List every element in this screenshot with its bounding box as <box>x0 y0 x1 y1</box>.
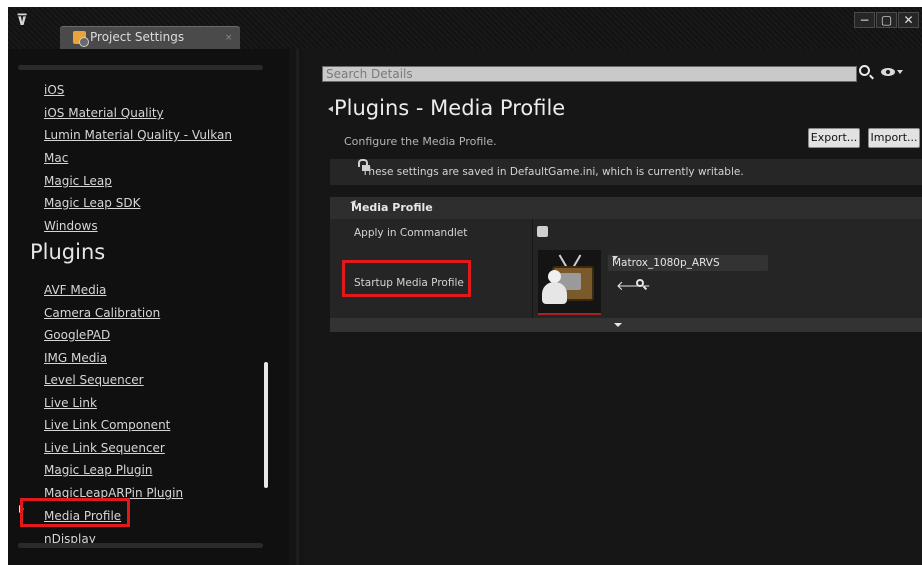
person-torso <box>542 282 567 304</box>
dropdown-value: Matrox_1080p_ARVS <box>612 257 720 269</box>
chevron-down-icon[interactable] <box>897 70 903 74</box>
sidebar-item-live-link-component[interactable]: Live Link Component <box>44 417 170 435</box>
minimize-button[interactable]: − <box>854 12 875 28</box>
search-placeholder: Search Details <box>326 67 413 81</box>
export-button[interactable]: Export... <box>808 128 860 148</box>
notice-text: These settings are saved in DefaultGame.… <box>362 166 744 178</box>
collapse-arrow-icon[interactable] <box>328 106 333 112</box>
eye-icon[interactable] <box>881 68 895 76</box>
page-title: Plugins - Media Profile <box>334 96 566 120</box>
page-description: Configure the Media Profile. <box>344 135 497 148</box>
apply-in-commandlet-checkbox[interactable] <box>537 226 548 237</box>
sidebar-item-live-link-sequencer[interactable]: Live Link Sequencer <box>44 440 165 458</box>
startup-media-profile-dropdown[interactable]: Matrox_1080p_ARVS <box>608 255 768 271</box>
person-shape <box>541 270 568 304</box>
panel-splitter[interactable] <box>296 49 299 565</box>
sidebar-item-magic-leap-sdk[interactable]: Magic Leap SDK <box>44 195 140 213</box>
sidebar-item-magic-leap[interactable]: Magic Leap <box>44 173 112 191</box>
title-bar[interactable]: ⊽ Project Settings × − ▢ ✕ <box>8 7 922 50</box>
browse-icon[interactable] <box>636 279 644 287</box>
plugins-section-heading: Plugins <box>30 240 106 264</box>
sidebar-item-live-link[interactable]: Live Link <box>44 395 97 413</box>
search-icon[interactable] <box>859 65 870 76</box>
property-label: Apply in Commandlet <box>354 227 468 239</box>
import-button[interactable]: Import... <box>868 128 920 148</box>
maximize-button[interactable]: ▢ <box>876 12 897 28</box>
sidebar-item-googlepad[interactable]: GooglePAD <box>44 327 110 345</box>
sidebar-item-windows[interactable]: Windows <box>44 218 98 236</box>
settings-tab-icon <box>73 31 89 47</box>
sidebar-item-avf-media[interactable]: AVF Media <box>44 282 106 300</box>
media-profile-asset-icon[interactable] <box>538 250 601 315</box>
highlight-box-startup-media-profile <box>342 260 471 297</box>
sidebar-scroll-edge <box>18 65 263 70</box>
sidebar-scroll-edge-bottom <box>18 543 263 548</box>
advanced-expand-icon[interactable] <box>614 323 622 327</box>
column-divider[interactable] <box>532 247 533 318</box>
chevron-down-icon <box>612 256 618 260</box>
ue-logo-icon: ⊽ <box>16 11 29 29</box>
category-title: Media Profile <box>351 201 433 214</box>
close-button[interactable]: ✕ <box>898 12 919 28</box>
column-divider[interactable] <box>532 219 533 247</box>
sidebar-item-mac[interactable]: Mac <box>44 150 68 168</box>
property-row-apply-in-commandlet: Apply in Commandlet <box>330 219 922 247</box>
project-settings-window: ⊽ Project Settings × − ▢ ✕ iOS iOS Mater… <box>8 7 922 565</box>
sidebar-item-ios-material-quality[interactable]: iOS Material Quality <box>44 105 164 123</box>
tab-label: Project Settings <box>90 30 185 44</box>
highlight-box-media-profile <box>20 498 130 527</box>
sidebar-item-camera-calibration[interactable]: Camera Calibration <box>44 305 160 323</box>
category-footer[interactable] <box>330 318 922 332</box>
sidebar-item-lumin-material-quality[interactable]: Lumin Material Quality - Vulkan <box>44 127 232 145</box>
sidebar-item-ios[interactable]: iOS <box>44 82 64 100</box>
category-header-media-profile[interactable]: Media Profile <box>330 197 922 219</box>
tab-close-icon[interactable]: × <box>225 31 233 45</box>
sidebar-item-level-sequencer[interactable]: Level Sequencer <box>44 372 144 390</box>
settings-sidebar: iOS iOS Material Quality Lumin Material … <box>8 49 289 565</box>
sidebar-item-img-media[interactable]: IMG Media <box>44 350 107 368</box>
details-panel: Search Details Plugins - Media Profile C… <box>304 49 922 565</box>
sidebar-scrollbar[interactable] <box>264 362 268 488</box>
sidebar-item-magic-leap-plugin[interactable]: Magic Leap Plugin <box>44 462 152 480</box>
search-details-input[interactable]: Search Details <box>322 66 857 82</box>
project-settings-tab[interactable]: Project Settings × <box>60 26 240 50</box>
config-notice: These settings are saved in DefaultGame.… <box>330 159 922 185</box>
